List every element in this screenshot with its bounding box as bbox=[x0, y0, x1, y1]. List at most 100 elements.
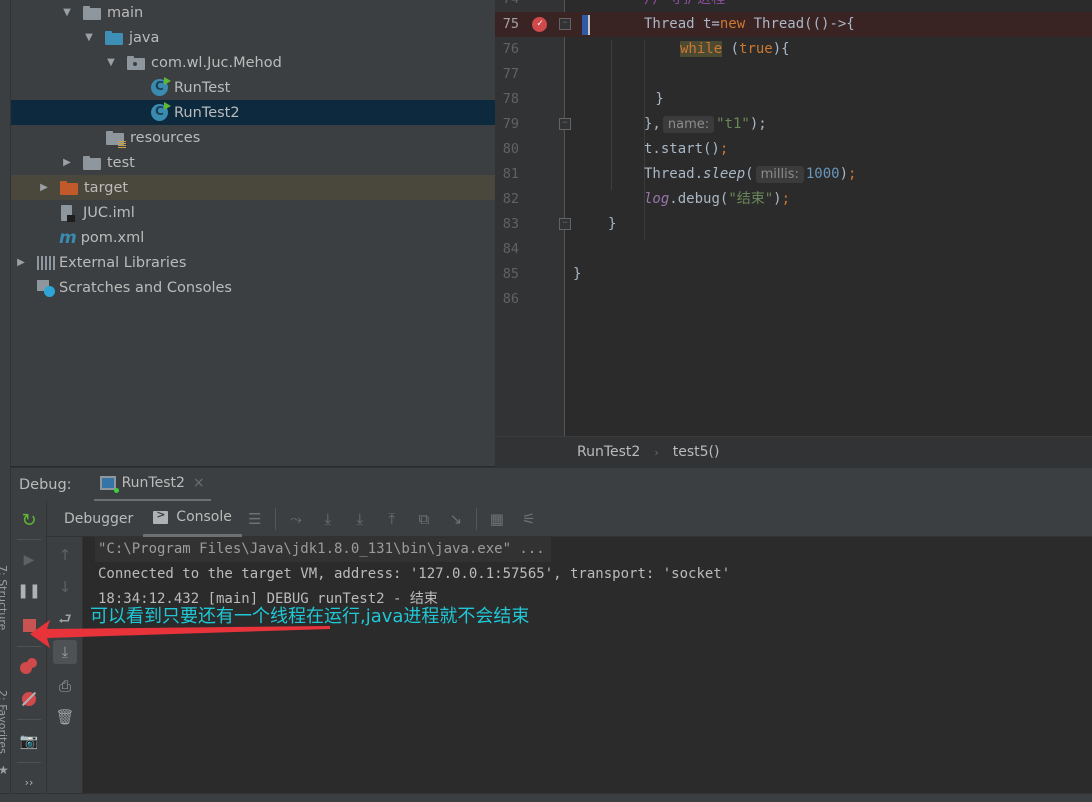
tree-item-label: External Libraries bbox=[59, 254, 187, 271]
console-icon bbox=[153, 508, 169, 524]
breakpoint-icon[interactable] bbox=[532, 11, 547, 36]
maven-icon: m bbox=[59, 227, 77, 248]
tree-item-pom[interactable]: m pom.xml bbox=[11, 225, 495, 250]
tree-item-runtest2[interactable]: RunTest2 bbox=[11, 100, 495, 125]
rerun-icon[interactable]: ↻ bbox=[19, 510, 39, 531]
close-icon[interactable]: × bbox=[193, 475, 205, 491]
scratches-icon bbox=[37, 279, 55, 297]
pause-icon[interactable]: ❚❚ bbox=[17, 581, 40, 601]
expand-arrow-icon[interactable]: ▼ bbox=[61, 7, 73, 19]
camera-icon[interactable]: 📷 bbox=[19, 731, 39, 751]
breadcrumb-method[interactable]: test5() bbox=[673, 444, 720, 460]
resources-folder-icon bbox=[106, 130, 126, 148]
tree-item-test[interactable]: ▶ test bbox=[11, 150, 495, 175]
iml-file-icon bbox=[61, 204, 75, 222]
code-line-77: 77 bbox=[502, 66, 519, 82]
code-line-84: 84 bbox=[502, 241, 519, 257]
debug-tabs-toolbar: Debugger Console ☰ ⤳ ⤓ ⤓ ⤒ ⧉ ↘ ▦ ⚟ bbox=[47, 501, 1092, 537]
tab-debugger[interactable]: Debugger bbox=[47, 501, 143, 537]
drop-frame-icon[interactable]: ⧉ bbox=[413, 508, 435, 530]
tree-item-external-libraries[interactable]: ▶ External Libraries bbox=[11, 250, 495, 275]
expand-arrow-icon[interactable]: ▼ bbox=[83, 32, 95, 44]
expand-arrow-icon[interactable]: ▼ bbox=[105, 57, 117, 69]
console-tools-toolbar: ↑ ↓ ⮐ ⤓ ⎙ 🗑 bbox=[47, 537, 83, 793]
runnable-class-icon bbox=[151, 77, 171, 96]
tree-item-label: pom.xml bbox=[80, 229, 145, 246]
code-line-85: 85 } bbox=[502, 266, 582, 282]
arrow-shape bbox=[30, 620, 330, 648]
structure-side-tab[interactable]: 7: Structure bbox=[0, 565, 9, 630]
clear-all-icon[interactable]: 🗑 bbox=[53, 705, 77, 729]
favorites-side-tab[interactable]: 2: Favorites bbox=[0, 690, 9, 754]
tree-item-runtest[interactable]: RunTest bbox=[11, 75, 495, 100]
step-over-icon[interactable]: ⤓ bbox=[317, 508, 339, 530]
code-line-79: 79 − }, name: "t1"); bbox=[502, 116, 767, 133]
down-arrow-icon[interactable]: ↓ bbox=[53, 575, 77, 599]
fold-icon[interactable]: − bbox=[559, 118, 571, 130]
console-output[interactable]: "C:\Program Files\Java\jdk1.8.0_131\bin\… bbox=[83, 537, 1092, 793]
layout-menu-icon[interactable]: ☰ bbox=[244, 508, 266, 530]
tree-item-scratches[interactable]: Scratches and Consoles bbox=[11, 275, 495, 300]
tree-item-main[interactable]: ▼ main bbox=[11, 0, 495, 25]
tree-item-java[interactable]: ▼ java bbox=[11, 25, 495, 50]
debug-tool-window-header: Debug: RunTest2 × bbox=[11, 467, 1092, 502]
folder-icon bbox=[83, 5, 101, 20]
libraries-icon bbox=[37, 255, 55, 270]
runnable-class-icon bbox=[151, 102, 171, 121]
mute-breakpoints-icon[interactable] bbox=[19, 689, 39, 709]
step-out-icon[interactable]: ⤒ bbox=[381, 508, 403, 530]
trace-icon[interactable]: ⚟ bbox=[518, 508, 540, 530]
step-into-icon[interactable]: ⤓ bbox=[349, 508, 371, 530]
star-icon: ★ bbox=[0, 763, 9, 777]
up-arrow-icon[interactable]: ↑ bbox=[53, 543, 77, 567]
collapse-arrow-icon[interactable]: ▶ bbox=[61, 157, 73, 169]
breadcrumb: RunTest2 › test5() bbox=[495, 436, 1092, 467]
debug-session-tab[interactable]: RunTest2 × bbox=[93, 468, 211, 502]
debug-label: Debug: bbox=[19, 476, 72, 493]
console-line: Connected to the target VM, address: '12… bbox=[98, 566, 731, 582]
tree-item-label: JUC.iml bbox=[83, 204, 135, 221]
collapse-arrow-icon[interactable]: ▶ bbox=[38, 182, 50, 194]
resume-icon[interactable]: ▶ bbox=[19, 550, 39, 570]
param-hint: name: bbox=[662, 116, 715, 133]
left-tool-strip: 7: Structure 2: Favorites ★ bbox=[0, 0, 11, 802]
more-actions-icon[interactable]: ›› bbox=[19, 772, 39, 792]
tree-item-juc-iml[interactable]: JUC.iml bbox=[11, 200, 495, 225]
tree-item-label: main bbox=[107, 4, 144, 21]
code-line-83: 83 − } bbox=[502, 216, 617, 232]
code-line-82: 82 log.debug("结束"); bbox=[502, 191, 791, 207]
show-execution-point-icon[interactable]: ⤳ bbox=[285, 508, 307, 530]
tree-item-label: test bbox=[107, 154, 135, 171]
status-bar bbox=[0, 793, 1092, 802]
tree-item-target[interactable]: ▶ target bbox=[11, 175, 495, 200]
tree-item-label: target bbox=[84, 179, 129, 196]
param-hint: millis: bbox=[755, 166, 804, 183]
view-breakpoints-icon[interactable] bbox=[19, 656, 39, 676]
evaluate-expression-icon[interactable]: ▦ bbox=[486, 508, 508, 530]
fold-icon[interactable]: − bbox=[559, 18, 571, 30]
console-line: "C:\Program Files\Java\jdk1.8.0_131\bin\… bbox=[95, 537, 551, 562]
tree-item-package[interactable]: ▼ com.wl.Juc.Mehod bbox=[11, 50, 495, 75]
code-line-75: 75 − Thread t=new Thread(()->{ bbox=[495, 11, 1092, 37]
code-line-74: 74 // 守护进程 bbox=[495, 0, 1092, 12]
tree-item-resources[interactable]: resources bbox=[11, 125, 495, 150]
tree-item-label: RunTest bbox=[174, 79, 231, 96]
folder-icon bbox=[83, 155, 101, 170]
run-to-cursor-icon[interactable]: ↘ bbox=[445, 508, 467, 530]
breadcrumb-class[interactable]: RunTest2 bbox=[577, 444, 640, 460]
annotation-arrow bbox=[30, 620, 330, 648]
tree-item-label: RunTest2 bbox=[174, 104, 240, 121]
tree-item-label: com.wl.Juc.Mehod bbox=[151, 54, 282, 71]
highlighted-keyword: while bbox=[680, 41, 723, 57]
code-editor[interactable]: 74 // 守护进程 75 − Thread t=new Thread(()->… bbox=[495, 0, 1092, 436]
source-folder-icon bbox=[105, 30, 123, 45]
tree-item-label: java bbox=[129, 29, 160, 46]
tree-item-label: Scratches and Consoles bbox=[59, 279, 232, 296]
code-line-86: 86 bbox=[502, 291, 519, 307]
debug-session-icon bbox=[99, 476, 119, 493]
print-icon[interactable]: ⎙ bbox=[53, 674, 77, 698]
project-tree-panel: ▼ main ▼ java ▼ com.wl.Juc.Mehod RunTest… bbox=[11, 0, 495, 466]
fold-icon[interactable]: − bbox=[559, 218, 571, 230]
tab-console[interactable]: Console bbox=[143, 501, 242, 537]
collapse-arrow-icon[interactable]: ▶ bbox=[15, 257, 27, 269]
